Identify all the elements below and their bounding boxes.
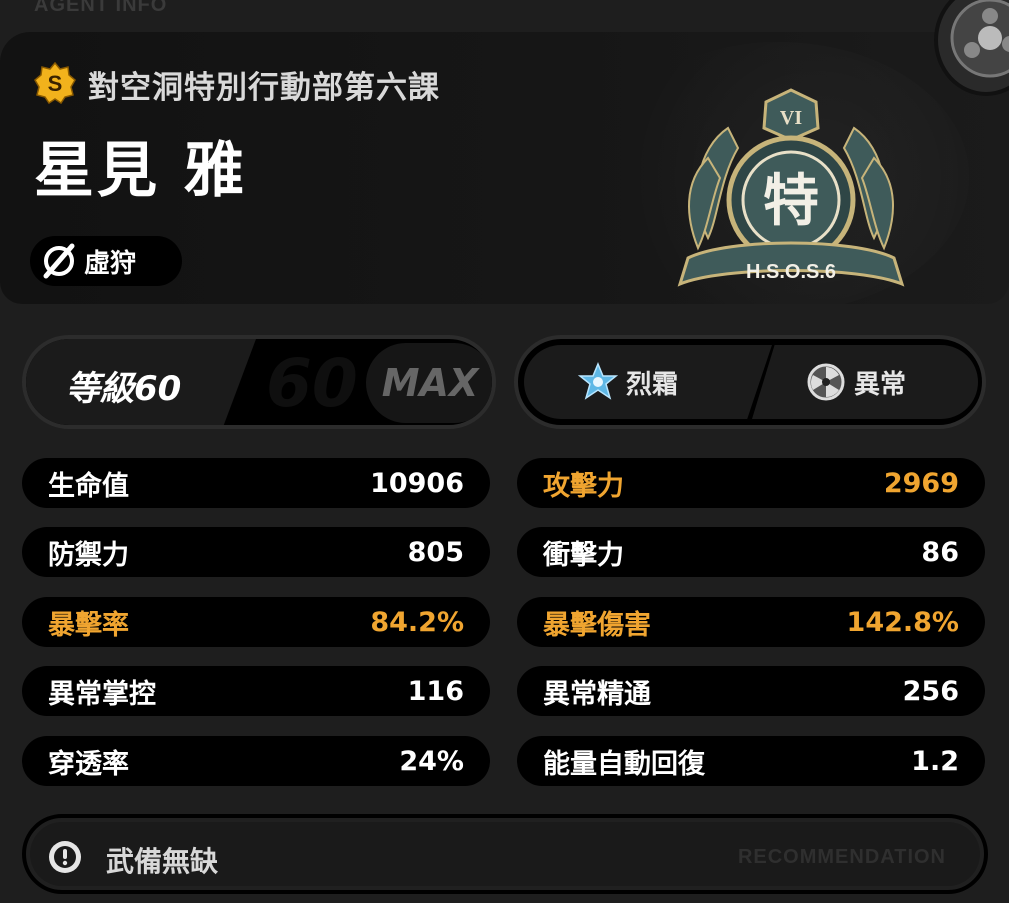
stat-value: 142.8% [846,606,959,638]
svg-text:VI: VI [780,107,802,129]
section-label: AGENT INFO [34,0,168,16]
max-level-badge: MAX [366,343,492,423]
svg-text:特: 特 [763,168,819,234]
stat-label: 異常精通 [543,678,651,710]
stat-crit-dmg: 暴擊傷害 142.8% [517,597,985,647]
stat-energy-regen: 能量自動回復 1.2 [517,736,985,786]
level-max-number: 60 [266,345,358,422]
agent-header-card: S 對空洞特別行動部第六課 星見 雅 虛狩 VI 特 H.S.O.S.6 [0,32,1009,304]
stat-label: 異常掌控 [48,678,156,710]
svg-text:H.S.O.S.6: H.S.O.S.6 [746,261,836,283]
specialty-tag: 異常 [752,345,978,419]
stat-value: 805 [407,536,464,568]
level-panel: 等級60 60 MAX [22,335,496,429]
equipment-status-text: 武備無缺 [106,845,219,878]
agent-name: 星見 雅 [34,136,247,206]
void-hunter-icon [43,243,75,279]
specialty-label: 異常 [854,369,907,400]
stat-label: 生命值 [48,470,129,502]
level-label: 等級60 [66,369,182,409]
stat-label: 防禦力 [48,539,129,571]
stat-hp: 生命值 10906 [22,458,490,508]
attribute-label: 虛狩 [84,248,137,279]
stat-label: 穿透率 [48,748,129,780]
equipment-bar-inner: 武備無缺 RECOMMENDATION [30,822,980,886]
stat-anomaly-proficiency: 異常精通 256 [517,666,985,716]
stat-value: 24% [399,745,464,777]
audio-reel-button[interactable] [934,0,1009,96]
stat-def: 防禦力 805 [22,527,490,577]
recommendation-label: RECOMMENDATION [737,846,946,868]
film-reel-icon [950,0,1009,78]
rank-s-icon: S [34,62,76,104]
faction-name: 對空洞特別行動部第六課 [88,70,440,106]
agent-info-panel: AGENT INFO S 對空洞特別行動部第六課 星見 雅 虛狩 VI 特 H.… [0,0,1009,903]
stat-crit-rate: 暴擊率 84.2% [22,597,490,647]
svg-text:S: S [48,71,63,96]
stat-anomaly-control: 異常掌控 116 [22,666,490,716]
stat-atk: 攻擊力 2969 [517,458,985,508]
stat-label: 暴擊率 [48,609,129,641]
stat-label: 衝擊力 [543,539,624,571]
stat-value: 10906 [370,467,464,499]
element-label: 烈霜 [626,369,679,400]
stat-pen-ratio: 穿透率 24% [22,736,490,786]
faction-emblem: VI 特 H.S.O.S.6 [677,88,905,287]
stat-label: 能量自動回復 [543,748,705,780]
stat-label: 攻擊力 [543,470,624,502]
element-tag: 烈霜 [524,345,772,419]
stat-value: 1.2 [911,745,959,777]
specialty-panel: 烈霜 異常 [514,335,986,429]
stat-impact: 衝擊力 86 [517,527,985,577]
alert-icon [49,841,81,873]
stat-value: 116 [407,675,464,707]
attribute-badge: 虛狩 [30,236,182,286]
stat-value: 86 [921,536,959,568]
stat-value: 2969 [883,467,959,499]
anomaly-icon [807,363,845,401]
equipment-recommendation-button[interactable]: 武備無缺 RECOMMENDATION [22,814,988,894]
stat-label: 暴擊傷害 [543,609,651,641]
frost-crystal-icon [578,362,618,400]
stat-value: 84.2% [370,606,464,638]
stat-value: 256 [902,675,959,707]
